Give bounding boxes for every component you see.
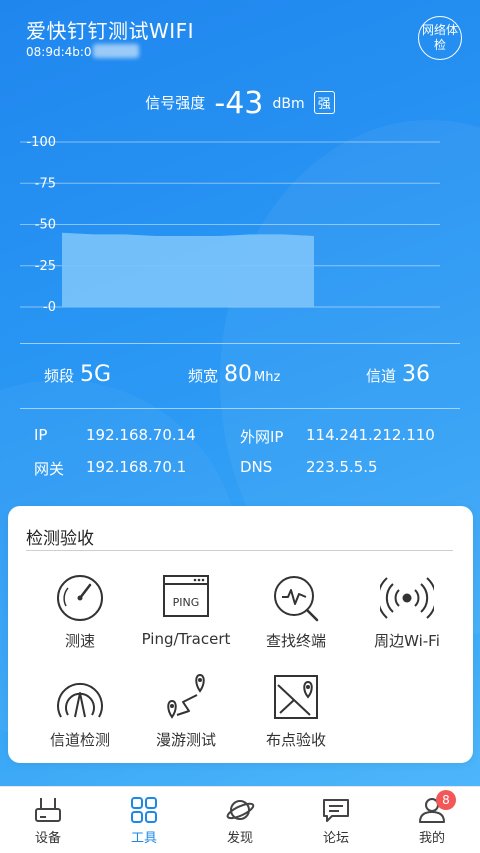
width-unit: Mhz [254, 370, 281, 385]
map-placement-icon [274, 675, 318, 719]
y-tick-label: -0 [43, 300, 56, 315]
width-label: 频宽 [188, 367, 219, 385]
signal-unit: dBm [272, 96, 305, 112]
width-value: 80 [224, 362, 253, 387]
tool-roaming-test[interactable]: 漫游测试 [126, 671, 246, 750]
dns-value: 223.5.5.5 [306, 458, 378, 476]
tool-nearby-wifi[interactable]: 周边Wi-Fi [347, 572, 467, 651]
tools-divider [26, 550, 453, 551]
channel-field: 信道 36 [366, 362, 430, 387]
width-field: 频宽 80 Mhz [188, 362, 280, 387]
notification-badge: 8 [436, 790, 456, 810]
tool-label: 测速 [64, 632, 95, 650]
tool-label: 布点验收 [265, 731, 326, 749]
tab-devices[interactable]: 设备 [0, 787, 96, 853]
band-field: 频段 5G [44, 362, 111, 387]
channel-value: 36 [402, 362, 431, 387]
tools-title: 检测验收 [26, 529, 94, 549]
tab-tools[interactable]: 工具 [96, 787, 192, 853]
band-value: 5G [80, 362, 112, 387]
tab-mine[interactable]: 我的 [384, 787, 480, 853]
tool-label: 信道检测 [49, 731, 110, 749]
search-terminal-icon [274, 576, 319, 622]
band-label: 频段 [44, 367, 75, 385]
speedometer-icon [57, 575, 103, 621]
tool-find-terminal[interactable]: 查找终端 [236, 572, 356, 651]
mac-redacted [92, 44, 139, 58]
y-tick-label: -100 [26, 135, 56, 150]
signal-chart: -100 -75 -50 -25 -0 [20, 135, 440, 315]
signal-value: -43 [214, 86, 264, 121]
broadcast-icon [380, 577, 434, 619]
signal-label: 信号强度 [145, 94, 206, 112]
tab-label: 发现 [226, 831, 253, 846]
wan-ip-value: 114.241.212.110 [306, 426, 435, 444]
tab-forum[interactable]: 论坛 [288, 787, 384, 853]
channel-label: 信道 [366, 367, 397, 385]
grid-tools-icon [131, 797, 157, 823]
wifi-name: 爱快钉钉测试WIFI [26, 19, 195, 43]
wan-ip-label: 外网IP [240, 428, 284, 446]
tab-label: 论坛 [322, 831, 349, 846]
network-check-button[interactable]: 网络体检 [418, 16, 462, 60]
signal-area [62, 232, 314, 307]
y-tick-label: -50 [35, 218, 56, 233]
tool-label: 查找终端 [265, 632, 326, 650]
ip-label: IP [34, 426, 48, 444]
y-tick-label: -75 [35, 176, 56, 191]
tab-label: 我的 [418, 831, 445, 846]
tool-speed-test[interactable]: 测速 [20, 572, 140, 651]
chat-icon [323, 799, 349, 822]
channel-antenna-icon [57, 682, 103, 718]
gateway-label: 网关 [34, 460, 65, 478]
bottom-tab-bar: 设备 工具 发现 论坛 我的 [0, 786, 480, 853]
divider [20, 408, 460, 409]
tab-label: 设备 [34, 831, 61, 846]
tool-label: 周边Wi-Fi [374, 632, 440, 650]
planet-icon [226, 800, 255, 820]
tool-label: Ping/Tracert [141, 630, 231, 648]
ip-value: 192.168.70.14 [86, 426, 196, 444]
tool-placement-acceptance[interactable]: 布点验收 [236, 671, 356, 750]
tab-label: 工具 [130, 831, 157, 846]
signal-quality-badge: 强 [313, 91, 335, 114]
tool-channel-detect[interactable]: 信道检测 [20, 671, 140, 750]
dns-label: DNS [240, 458, 273, 476]
router-icon [35, 798, 61, 822]
tool-label: 漫游测试 [155, 731, 216, 749]
divider [20, 343, 460, 344]
gateway-value: 192.168.70.1 [86, 458, 187, 476]
mac-address: 08:9d:4b:0 [26, 44, 139, 59]
ping-window-icon: PING [163, 575, 209, 617]
ping-icon-text: PING [173, 596, 200, 609]
y-tick-label: -25 [35, 259, 56, 274]
tool-ping-tracert[interactable]: PING Ping/Tracert [126, 572, 246, 648]
tools-card: 检测验收 测速 PING Ping/Tracert 查找终端 周边Wi-Fi 信… [8, 506, 473, 763]
signal-strength: 信号强度 -43 dBm 强 [0, 86, 480, 121]
tab-discover[interactable]: 发现 [192, 787, 288, 853]
roaming-route-icon [167, 673, 205, 719]
